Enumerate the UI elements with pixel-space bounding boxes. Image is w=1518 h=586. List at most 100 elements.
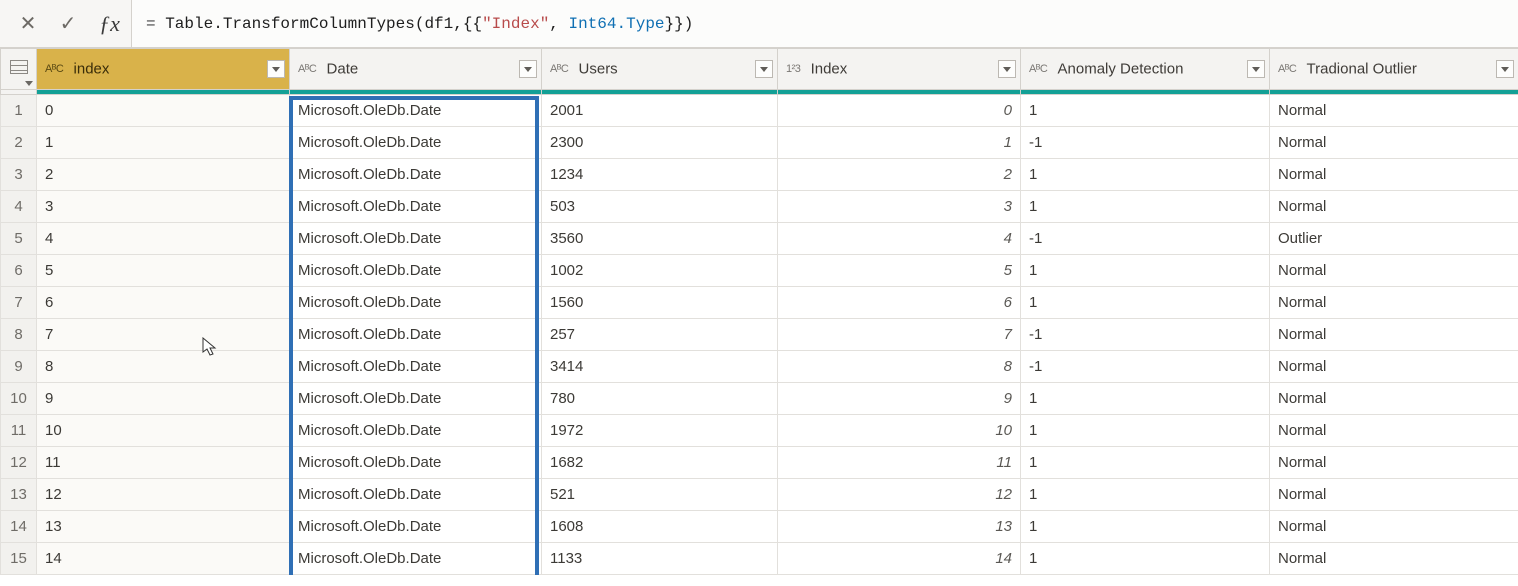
cell-outlier[interactable]: Normal (1270, 127, 1518, 159)
column-filter-button[interactable] (998, 60, 1016, 78)
column-header-index0[interactable]: AᴮC index (37, 49, 290, 90)
cell-index0[interactable]: 14 (37, 543, 290, 575)
cell-outlier[interactable]: Normal (1270, 287, 1518, 319)
cell-users[interactable]: 1682 (542, 447, 778, 479)
cell-users[interactable]: 1560 (542, 287, 778, 319)
cell-index0[interactable]: 10 (37, 415, 290, 447)
cell-anomaly[interactable]: -1 (1021, 127, 1270, 159)
table-corner-button[interactable] (1, 49, 37, 90)
cell-date[interactable]: Microsoft.OleDb.Date (290, 191, 542, 223)
cell-users[interactable]: 1972 (542, 415, 778, 447)
cell-index1[interactable]: 0 (778, 95, 1021, 127)
column-filter-button[interactable] (267, 60, 285, 78)
cell-index1[interactable]: 4 (778, 223, 1021, 255)
table-row[interactable]: 1110Microsoft.OleDb.Date1972101Normal (1, 415, 1518, 447)
table-row[interactable]: 76Microsoft.OleDb.Date156061Normal (1, 287, 1518, 319)
cell-date[interactable]: Microsoft.OleDb.Date (290, 319, 542, 351)
cell-users[interactable]: 1608 (542, 511, 778, 543)
column-filter-button[interactable] (519, 60, 537, 78)
cell-outlier[interactable]: Normal (1270, 191, 1518, 223)
cell-index0[interactable]: 3 (37, 191, 290, 223)
cell-anomaly[interactable]: 1 (1021, 191, 1270, 223)
cell-index1[interactable]: 8 (778, 351, 1021, 383)
cell-outlier[interactable]: Normal (1270, 479, 1518, 511)
table-row[interactable]: 54Microsoft.OleDb.Date35604-1Outlier (1, 223, 1518, 255)
cell-users[interactable]: 521 (542, 479, 778, 511)
column-header-anomaly[interactable]: AᴮC Anomaly Detection (1021, 49, 1270, 90)
cell-index1[interactable]: 10 (778, 415, 1021, 447)
cell-anomaly[interactable]: 1 (1021, 479, 1270, 511)
cell-outlier[interactable]: Normal (1270, 383, 1518, 415)
cell-anomaly[interactable]: 1 (1021, 383, 1270, 415)
cell-users[interactable]: 257 (542, 319, 778, 351)
cell-outlier[interactable]: Normal (1270, 319, 1518, 351)
cell-date[interactable]: Microsoft.OleDb.Date (290, 479, 542, 511)
row-number[interactable]: 3 (1, 159, 37, 191)
cancel-formula-button[interactable]: ✕ (8, 0, 48, 47)
row-number[interactable]: 11 (1, 415, 37, 447)
cell-users[interactable]: 1133 (542, 543, 778, 575)
cell-outlier[interactable]: Outlier (1270, 223, 1518, 255)
cell-index0[interactable]: 11 (37, 447, 290, 479)
cell-date[interactable]: Microsoft.OleDb.Date (290, 383, 542, 415)
row-number[interactable]: 12 (1, 447, 37, 479)
cell-index1[interactable]: 13 (778, 511, 1021, 543)
table-row[interactable]: 87Microsoft.OleDb.Date2577-1Normal (1, 319, 1518, 351)
cell-date[interactable]: Microsoft.OleDb.Date (290, 447, 542, 479)
cell-index0[interactable]: 9 (37, 383, 290, 415)
column-filter-button[interactable] (755, 60, 773, 78)
cell-outlier[interactable]: Normal (1270, 95, 1518, 127)
cell-users[interactable]: 503 (542, 191, 778, 223)
commit-formula-button[interactable]: ✓ (48, 0, 88, 47)
cell-index0[interactable]: 2 (37, 159, 290, 191)
cell-anomaly[interactable]: -1 (1021, 223, 1270, 255)
cell-users[interactable]: 1002 (542, 255, 778, 287)
cell-index1[interactable]: 1 (778, 127, 1021, 159)
cell-index0[interactable]: 4 (37, 223, 290, 255)
cell-date[interactable]: Microsoft.OleDb.Date (290, 223, 542, 255)
cell-index0[interactable]: 8 (37, 351, 290, 383)
cell-anomaly[interactable]: 1 (1021, 255, 1270, 287)
cell-date[interactable]: Microsoft.OleDb.Date (290, 95, 542, 127)
row-number[interactable]: 7 (1, 287, 37, 319)
cell-users[interactable]: 2001 (542, 95, 778, 127)
row-number[interactable]: 13 (1, 479, 37, 511)
cell-index1[interactable]: 7 (778, 319, 1021, 351)
cell-index1[interactable]: 3 (778, 191, 1021, 223)
row-number[interactable]: 6 (1, 255, 37, 287)
cell-outlier[interactable]: Normal (1270, 159, 1518, 191)
table-row[interactable]: 32Microsoft.OleDb.Date123421Normal (1, 159, 1518, 191)
cell-anomaly[interactable]: 1 (1021, 95, 1270, 127)
cell-index0[interactable]: 7 (37, 319, 290, 351)
cell-anomaly[interactable]: -1 (1021, 351, 1270, 383)
cell-date[interactable]: Microsoft.OleDb.Date (290, 511, 542, 543)
cell-outlier[interactable]: Normal (1270, 255, 1518, 287)
cell-users[interactable]: 3560 (542, 223, 778, 255)
row-number[interactable]: 10 (1, 383, 37, 415)
cell-anomaly[interactable]: 1 (1021, 415, 1270, 447)
row-number[interactable]: 8 (1, 319, 37, 351)
row-number[interactable]: 14 (1, 511, 37, 543)
cell-index1[interactable]: 2 (778, 159, 1021, 191)
cell-anomaly[interactable]: 1 (1021, 511, 1270, 543)
table-row[interactable]: 10Microsoft.OleDb.Date200101Normal (1, 95, 1518, 127)
table-row[interactable]: 1514Microsoft.OleDb.Date1133141Normal (1, 543, 1518, 575)
table-row[interactable]: 98Microsoft.OleDb.Date34148-1Normal (1, 351, 1518, 383)
column-filter-button[interactable] (1496, 60, 1514, 78)
row-number[interactable]: 9 (1, 351, 37, 383)
formula-input[interactable]: = Table.TransformColumnTypes ( df1 ,{{ "… (132, 0, 1518, 47)
cell-anomaly[interactable]: 1 (1021, 543, 1270, 575)
cell-index0[interactable]: 13 (37, 511, 290, 543)
table-row[interactable]: 43Microsoft.OleDb.Date50331Normal (1, 191, 1518, 223)
table-row[interactable]: 1211Microsoft.OleDb.Date1682111Normal (1, 447, 1518, 479)
column-header-outlier[interactable]: AᴮC Tradional Outlier (1270, 49, 1518, 90)
cell-index0[interactable]: 1 (37, 127, 290, 159)
cell-index0[interactable]: 0 (37, 95, 290, 127)
table-row[interactable]: 65Microsoft.OleDb.Date100251Normal (1, 255, 1518, 287)
cell-index1[interactable]: 12 (778, 479, 1021, 511)
cell-outlier[interactable]: Normal (1270, 351, 1518, 383)
table-row[interactable]: 1312Microsoft.OleDb.Date521121Normal (1, 479, 1518, 511)
row-number[interactable]: 15 (1, 543, 37, 575)
cell-date[interactable]: Microsoft.OleDb.Date (290, 543, 542, 575)
row-number[interactable]: 1 (1, 95, 37, 127)
